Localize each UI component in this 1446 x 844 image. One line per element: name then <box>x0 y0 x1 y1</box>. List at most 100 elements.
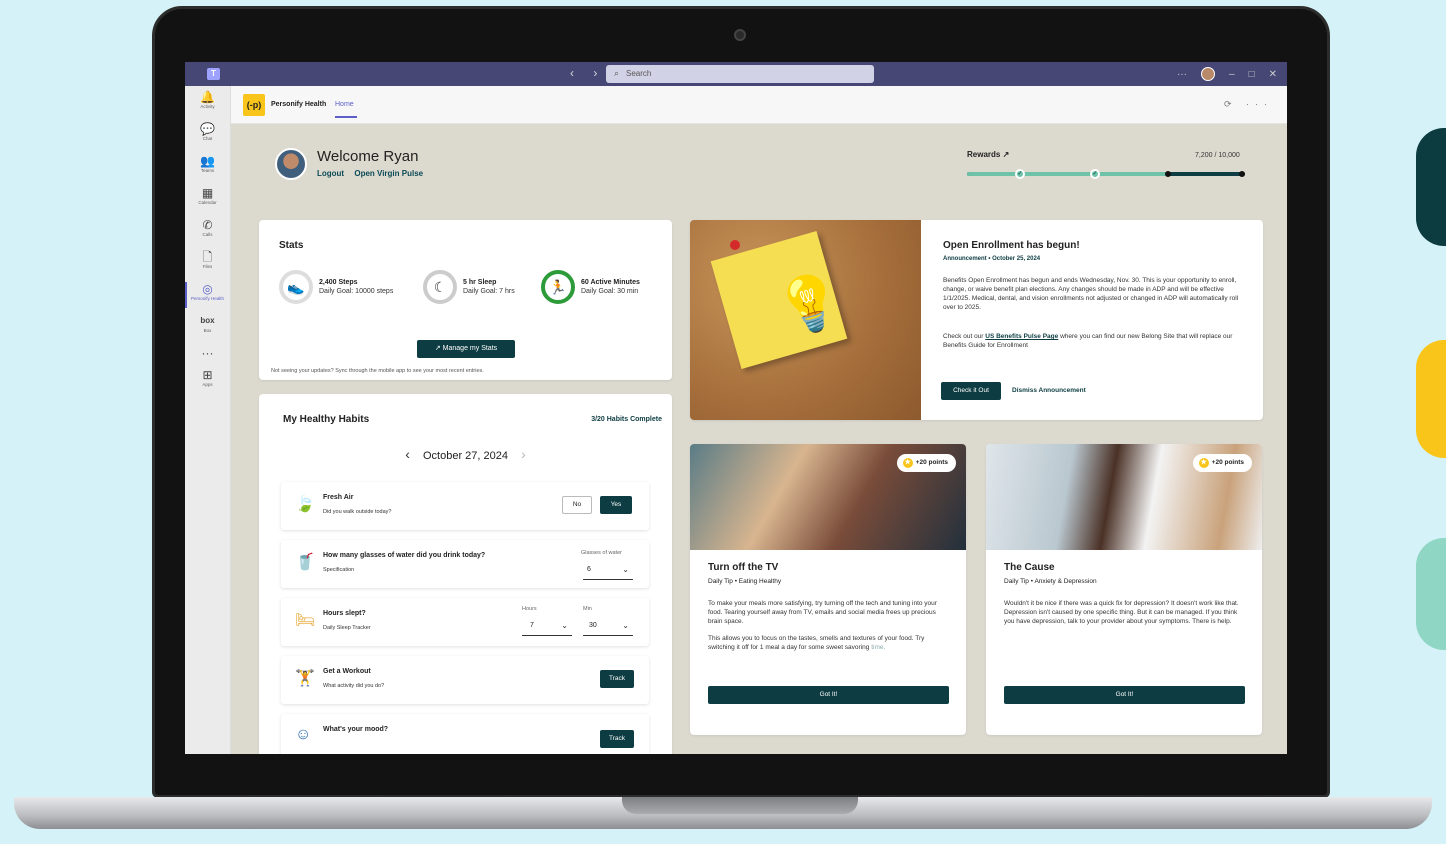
manage-stats-button[interactable]: ↗ Manage my Stats <box>417 340 515 358</box>
moon-icon: ☾ <box>423 270 457 304</box>
lightbulb-icon: 💡 <box>769 266 851 343</box>
tip-paragraph: This allows you to focus on the tastes, … <box>708 634 948 652</box>
chevron-right-icon[interactable]: › <box>521 446 526 462</box>
track-workout-button[interactable]: Track <box>600 670 634 688</box>
rail-item-activity[interactable]: 🔔 Activity <box>185 86 230 118</box>
decor-shape-mint <box>1416 538 1446 650</box>
rail-item-calendar[interactable]: ▦ Calendar <box>185 182 230 214</box>
habit-subtitle: Specification <box>323 567 355 573</box>
rail-label: Personify Health <box>190 296 225 301</box>
open-virgin-pulse-link[interactable]: Open Virgin Pulse <box>354 169 423 178</box>
maximize-button[interactable]: □ <box>1249 69 1255 80</box>
chevron-down-icon: ⌄ <box>622 621 629 630</box>
avatar[interactable] <box>1201 67 1215 81</box>
rewards-progress-bar: ✓ ✓ <box>967 169 1245 179</box>
logout-link[interactable]: Logout <box>317 169 344 178</box>
stat-value: 60 Active Minutes <box>581 279 640 286</box>
rail-label: Chat <box>202 136 213 141</box>
chevron-left-icon[interactable]: ‹ <box>405 446 410 462</box>
rail-item-teams[interactable]: 👥 Teams <box>185 150 230 182</box>
rail-label: Calendar <box>198 200 217 205</box>
box-icon: box <box>200 316 215 325</box>
milestone-node <box>1239 171 1245 177</box>
decor-shape-teal <box>1416 128 1446 246</box>
tip-text: This allows you to focus on the tastes, … <box>708 635 925 651</box>
smiley-icon: ☺ <box>295 726 312 743</box>
got-it-button[interactable]: Got It! <box>1004 686 1245 704</box>
rail-item-box[interactable]: box Box <box>185 310 230 342</box>
tip-card: ★ +20 points The Cause Daily Tip • Anxiet… <box>986 444 1262 735</box>
announcement-title: Open Enrollment has begun! <box>943 240 1080 251</box>
teams-icon[interactable]: T <box>207 68 220 80</box>
track-mood-button[interactable]: Track <box>600 730 634 748</box>
stat-steps: 👟 2,400 Steps Daily Goal: 10000 steps <box>279 270 393 304</box>
stat-value: 2,400 Steps <box>319 279 358 286</box>
rail-item-calls[interactable]: ✆ Calls <box>185 214 230 246</box>
check-icon: ✓ <box>1090 169 1100 179</box>
water-select[interactable]: 6 ⌄ <box>583 565 633 580</box>
camera-icon <box>734 29 746 41</box>
stat-active-minutes: 🏃 60 Active Minutes Daily Goal: 30 min <box>541 270 640 304</box>
leaf-icon: 🍃 <box>295 496 315 513</box>
external-link-icon: ↗ <box>434 345 443 352</box>
add-apps-icon: ⊞ <box>202 368 213 382</box>
sync-note: Not seeing your updates? Sync through th… <box>271 368 484 374</box>
minutes-select[interactable]: 30 ⌄ <box>583 621 633 636</box>
select-label: Hours <box>522 606 537 612</box>
external-link-icon: ↗ <box>1002 150 1010 159</box>
rail-item-chat[interactable]: 💬 Chat <box>185 118 230 150</box>
points-badge: ★ +20 points <box>1192 454 1252 472</box>
tab-home[interactable]: Home <box>335 101 357 118</box>
dumbbell-icon: 🏋 <box>295 670 315 687</box>
select-label: Min <box>583 606 592 612</box>
hours-select[interactable]: 7 ⌄ <box>522 621 572 636</box>
rail-label: Apps <box>202 382 213 387</box>
habit-title: What's your mood? <box>323 726 389 733</box>
select-value: 30 <box>589 622 597 629</box>
rail-item-apps[interactable]: ⊞ Apps <box>185 364 230 396</box>
no-button[interactable]: No <box>562 496 592 514</box>
rail-label: Teams <box>200 168 215 173</box>
dismiss-announcement-link[interactable]: Dismiss Announcement <box>1012 387 1086 394</box>
benefits-pulse-link[interactable]: US Benefits Pulse Page <box>985 333 1058 340</box>
habit-water: 🥤 How many glasses of water did you drin… <box>281 540 649 588</box>
app-screen: T ‹ › ⌕ Search ··· – □ ✕ 🔔 Activity 💬 Chat… <box>185 62 1287 754</box>
header-actions[interactable]: ⟳ ··· <box>1224 99 1273 110</box>
avatar <box>275 148 307 180</box>
stat-value: 5 hr Sleep <box>463 279 497 286</box>
history-arrows[interactable]: ‹ › <box>570 66 605 80</box>
tip-body: To make your meals more satisfying, try … <box>708 599 948 660</box>
rail-item-personify-health[interactable]: ◎ Personify Health <box>185 278 230 310</box>
more-options-icon[interactable]: ··· <box>1177 69 1187 80</box>
yes-button[interactable]: Yes <box>600 496 632 514</box>
stats-title: Stats <box>279 240 304 251</box>
habits-complete-count[interactable]: 3/20 Habits Complete <box>591 416 662 423</box>
water-glass-icon: 🥤 <box>295 554 315 571</box>
select-label: Glasses of water <box>581 550 622 556</box>
milestone-node <box>1165 171 1171 177</box>
personify-icon: ◎ <box>202 282 213 296</box>
got-it-button[interactable]: Got It! <box>708 686 949 704</box>
sticky-note: 💡 <box>710 231 851 369</box>
page-title: Welcome Ryan <box>317 148 419 165</box>
more-icon: ··· <box>201 346 214 360</box>
habit-subtitle: Daily Sleep Tracker <box>323 625 371 631</box>
stat-sleep: ☾ 5 hr Sleep Daily Goal: 7 hrs <box>423 270 515 304</box>
habit-mood: ☺ What's your mood? Track <box>281 714 649 754</box>
rewards-link[interactable]: Rewards ↗ <box>967 150 1009 159</box>
minimize-button[interactable]: – <box>1229 69 1235 80</box>
rail-item-more[interactable]: ··· <box>185 342 230 364</box>
search-input[interactable]: ⌕ Search <box>606 65 874 83</box>
announcement-card: 💡 Open Enrollment has begun! Announcemen… <box>690 220 1263 420</box>
body-text: Check out our <box>943 333 986 340</box>
select-value: 6 <box>587 566 591 573</box>
close-button[interactable]: ✕ <box>1269 69 1277 80</box>
announcement-body: Benefits Open Enrollment has begun and e… <box>943 277 1239 311</box>
tip-text-faded: time. <box>871 644 886 651</box>
current-date: October 27, 2024 <box>422 450 508 462</box>
search-placeholder: Search <box>626 69 652 78</box>
rail-item-files[interactable]: 🗋 Files <box>185 246 230 278</box>
tip-card: ★ +20 points Turn off the TV Daily Tip • … <box>690 444 966 735</box>
stats-card: Stats 👟 2,400 Steps Daily Goal: 10000 ste… <box>259 220 672 380</box>
check-it-out-button[interactable]: Check it Out <box>941 382 1001 400</box>
